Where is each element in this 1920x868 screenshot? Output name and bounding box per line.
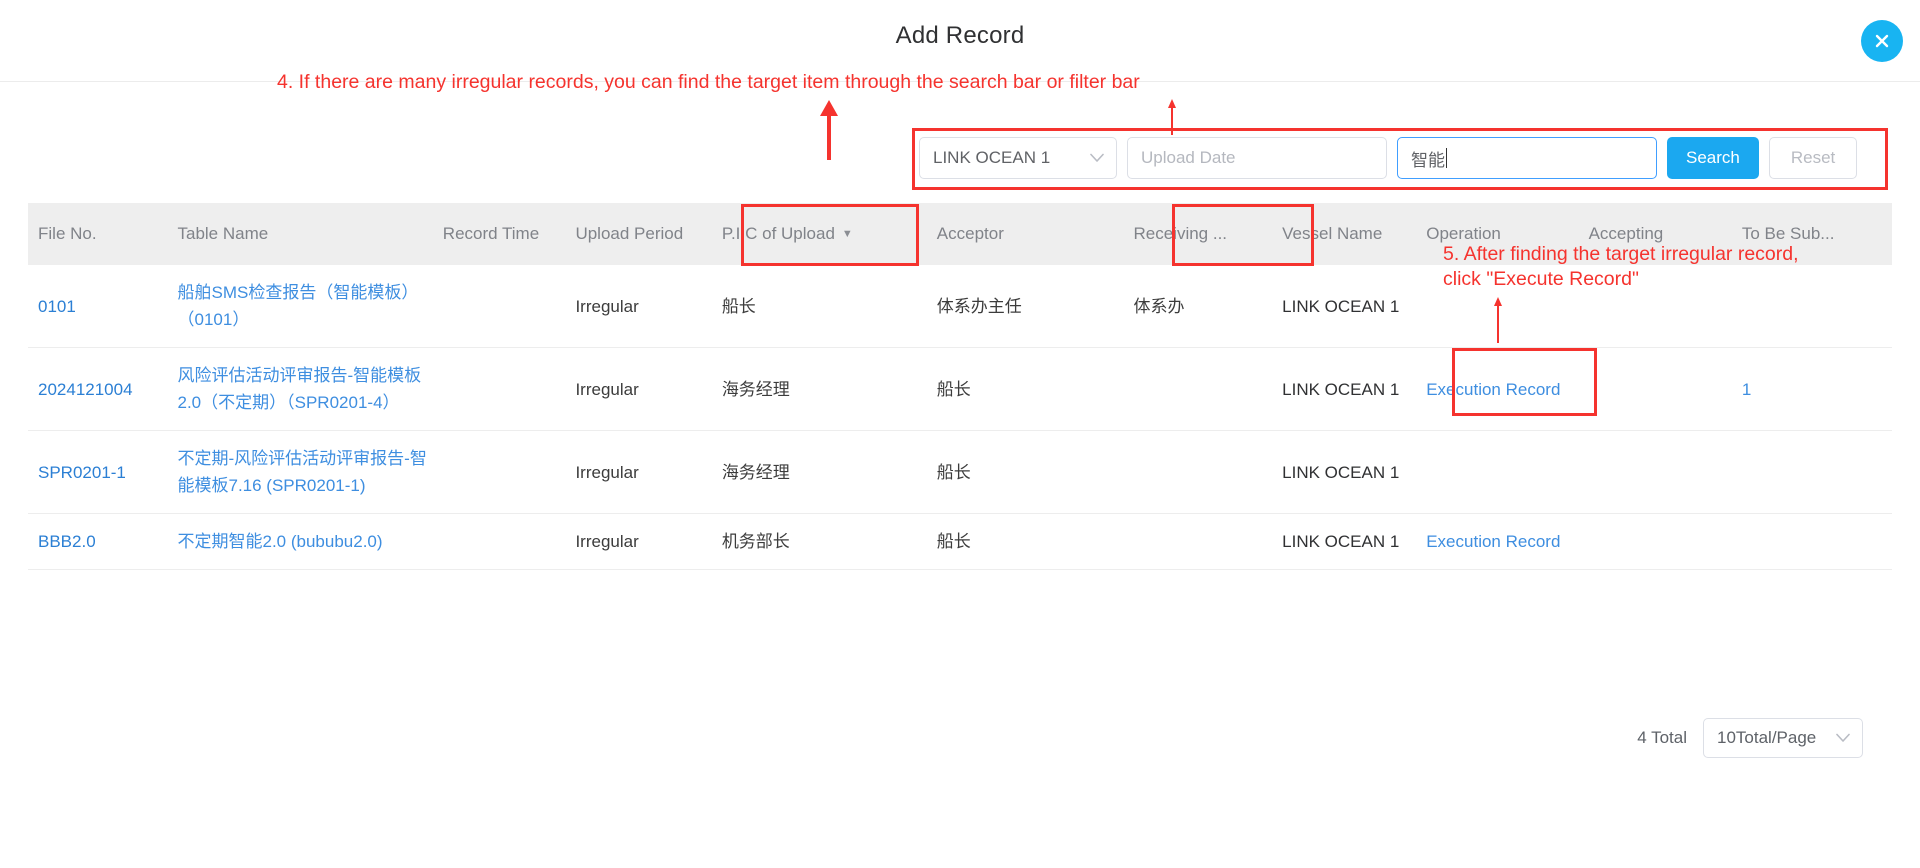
upload-date-input[interactable]: Upload Date	[1127, 137, 1387, 179]
filter-bar: LINK OCEAN 1 Upload Date 智能 Search Reset	[919, 137, 1858, 179]
reset-button[interactable]: Reset	[1768, 137, 1858, 179]
column-label: Acceptor	[936, 224, 1004, 243]
cell-to-be-sub	[1731, 513, 1892, 570]
cell-file-no: 0101	[28, 265, 168, 348]
total-count-label: 4 Total	[1637, 728, 1687, 747]
cell-record-time	[432, 430, 566, 514]
column-label: Receiving ...	[1133, 224, 1228, 243]
cell-upload-period: Irregular	[565, 513, 712, 570]
pagination: 4 Total 10Total/Page	[1637, 718, 1863, 758]
cell-operation: Execution Record	[1416, 347, 1579, 431]
column-header-acceptor[interactable]: Acceptor	[926, 203, 1124, 265]
cell-acceptor: 船长	[926, 347, 1124, 431]
close-icon[interactable]	[1861, 20, 1903, 62]
cell-vessel-name: LINK OCEAN 1	[1272, 430, 1417, 514]
cell-upload-period: Irregular	[565, 430, 712, 514]
cell-record-time	[432, 265, 566, 348]
column-label: File No.	[38, 224, 97, 243]
cell-record-time	[432, 513, 566, 570]
cell-file-no: SPR0201-1	[28, 430, 168, 514]
column-header-receiving[interactable]: Receiving ...	[1123, 203, 1273, 265]
column-header-vessel-name[interactable]: Vessel Name	[1272, 203, 1417, 265]
cell-vessel-name: LINK OCEAN 1	[1272, 347, 1417, 431]
cell-file-no: 2024121004	[28, 347, 168, 431]
caret-down-icon[interactable]: ▼	[842, 228, 853, 240]
execution-record-link[interactable]: Execution Record	[1416, 528, 1578, 555]
search-button[interactable]: Search	[1667, 137, 1759, 179]
column-label: Upload Period	[575, 224, 684, 243]
column-header-record-time[interactable]: Record Time	[432, 203, 566, 265]
column-header-file-no[interactable]: File No.	[28, 203, 168, 265]
cell-to-be-sub: 1	[1731, 347, 1892, 431]
table-row[interactable]: 2024121004 风险评估活动评审报告-智能模板2.0（不定期）（SPR02…	[28, 347, 1892, 431]
cell-file-no: BBB2.0	[28, 513, 168, 570]
annotation-step-4: 4. If there are many irregular records, …	[277, 71, 1140, 93]
execution-record-link[interactable]: Execution Record	[1416, 376, 1578, 403]
table-row[interactable]: BBB2.0 不定期智能2.0 (bububu2.0) Irregular 机务…	[28, 513, 1892, 570]
text-cursor	[1446, 148, 1447, 168]
page-title: Add Record	[895, 22, 1025, 49]
cell-acceptor: 船长	[926, 430, 1124, 514]
cell-pic-of-upload: 机务部长	[711, 513, 927, 570]
column-header-table-name[interactable]: Table Name	[167, 203, 433, 265]
column-label: P.I.C of Upload	[721, 224, 835, 243]
cell-to-be-sub	[1731, 430, 1892, 514]
cell-accepting	[1578, 347, 1732, 431]
cell-acceptor: 体系办主任	[926, 265, 1124, 348]
cell-table-name: 不定期智能2.0 (bububu2.0)	[167, 513, 433, 570]
cell-table-name: 风险评估活动评审报告-智能模板2.0（不定期）（SPR0201-4）	[167, 347, 433, 431]
cell-vessel-name: LINK OCEAN 1	[1272, 513, 1417, 570]
cell-acceptor: 船长	[926, 513, 1124, 570]
column-header-pic-of-upload[interactable]: P.I.C of Upload ▼	[711, 203, 927, 265]
annotation-step-5-line1: 5. After finding the target irregular re…	[1443, 243, 1799, 265]
cell-receiving	[1123, 430, 1273, 514]
column-label: Vessel Name	[1282, 224, 1383, 243]
cell-accepting	[1578, 430, 1732, 514]
annotation-arrow-filter	[1166, 99, 1178, 135]
column-label: Record Time	[442, 224, 540, 243]
cell-table-name: 不定期-风险评估活动评审报告-智能模板7.16 (SPR0201-1)	[167, 430, 433, 514]
cell-receiving	[1123, 513, 1273, 570]
column-label: Table Name	[177, 224, 269, 243]
column-label: Operation	[1426, 224, 1501, 243]
table-row[interactable]: SPR0201-1 不定期-风险评估活动评审报告-智能模板7.16 (SPR02…	[28, 430, 1892, 514]
search-keyword-input[interactable]: 智能	[1397, 137, 1657, 179]
page-size-select[interactable]: 10Total/Page	[1703, 718, 1863, 758]
cell-pic-of-upload: 海务经理	[711, 347, 927, 431]
column-header-upload-period[interactable]: Upload Period	[565, 203, 712, 265]
chevron-down-icon	[1836, 730, 1850, 747]
column-label: Accepting	[1588, 224, 1664, 243]
cell-accepting	[1578, 513, 1732, 570]
cell-table-name: 船舶SMS检查报告（智能模板）（0101）	[167, 265, 433, 348]
vessel-select-value: LINK OCEAN 1	[933, 148, 1051, 167]
annotation-step-5: 5. After finding the target irregular re…	[1443, 242, 1799, 292]
chevron-down-icon	[1090, 150, 1104, 167]
annotation-arrow-left	[819, 100, 839, 160]
cell-operation: Execution Record	[1416, 513, 1579, 570]
cell-pic-of-upload: 船长	[711, 265, 927, 348]
cell-upload-period: Irregular	[565, 347, 712, 431]
cell-operation	[1416, 430, 1579, 514]
page-size-value: 10Total/Page	[1717, 728, 1817, 747]
annotation-arrow-execution-record	[1492, 297, 1504, 343]
search-keyword-value: 智能	[1411, 150, 1445, 170]
cell-upload-period: Irregular	[565, 265, 712, 348]
upload-date-placeholder: Upload Date	[1141, 148, 1236, 167]
cell-receiving	[1123, 347, 1273, 431]
cell-receiving: 体系办	[1123, 265, 1273, 348]
vessel-select[interactable]: LINK OCEAN 1	[919, 137, 1117, 179]
annotation-step-5-line2: click "Execute Record"	[1443, 268, 1639, 290]
cell-record-time	[432, 347, 566, 431]
cell-pic-of-upload: 海务经理	[711, 430, 927, 514]
cell-vessel-name: LINK OCEAN 1	[1272, 265, 1417, 348]
column-label: To Be Sub...	[1741, 224, 1835, 243]
